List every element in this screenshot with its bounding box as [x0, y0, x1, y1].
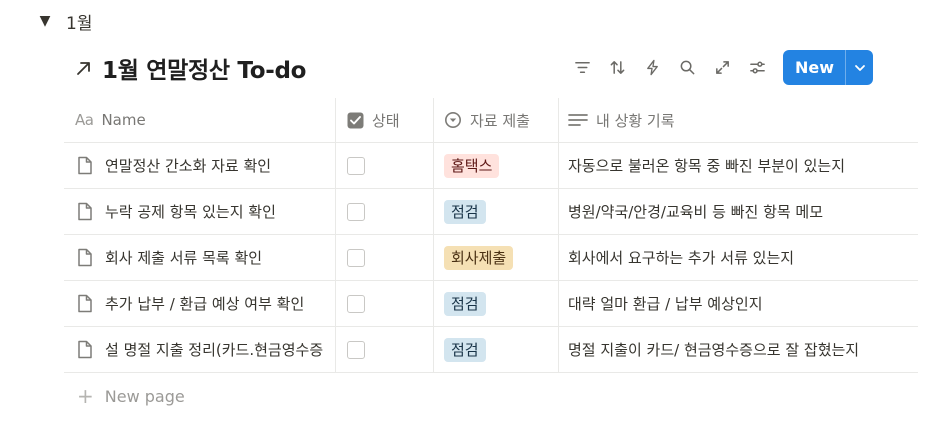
column-header-name[interactable]: Aa Name — [64, 98, 335, 142]
table-header-row: Aa Name 상태 자료 제출 내 상황 기록 — [64, 98, 918, 143]
source-cell[interactable]: 점검 — [433, 189, 558, 234]
new-button-group: New — [782, 50, 873, 85]
note-text: 병원/약국/안경/교육비 등 빠진 항목 메모 — [568, 203, 824, 221]
page-icon — [75, 156, 95, 176]
note-text: 대략 얼마 환급 / 납부 예상인지 — [568, 295, 763, 313]
database-title[interactable]: 1월 연말정산 To-do — [102, 51, 306, 85]
note-text: 명절 지출이 카드/ 현금영수증으로 잘 잡혔는지 — [568, 341, 860, 359]
source-cell[interactable]: 회사제출 — [433, 235, 558, 280]
status-cell — [335, 327, 433, 372]
table-row[interactable]: 설 명절 지출 정리(카드.현금영수증 점검 명절 지출이 카드/ 현금영수증으로 … — [64, 327, 918, 373]
notes-cell[interactable]: 병원/약국/안경/교육비 등 빠진 항목 메모 — [558, 189, 918, 234]
notes-cell[interactable]: 대략 얼마 환급 / 납부 예상인지 — [558, 281, 918, 326]
filter-icon[interactable] — [565, 50, 600, 85]
sort-icon[interactable] — [600, 50, 635, 85]
status-cell — [335, 281, 433, 326]
page-icon — [75, 294, 95, 314]
source-cell[interactable]: 점검 — [433, 281, 558, 326]
source-tag[interactable]: 점검 — [444, 291, 486, 316]
linked-database-arrow-icon[interactable] — [74, 58, 94, 78]
column-header-status[interactable]: 상태 — [335, 98, 433, 142]
name-cell[interactable]: 설 명절 지출 정리(카드.현금영수증 — [64, 327, 335, 372]
row-title[interactable]: 연말정산 간소화 자료 확인 — [105, 155, 271, 176]
column-header-source[interactable]: 자료 제출 — [433, 98, 558, 142]
page-icon — [75, 340, 95, 360]
page-icon — [75, 202, 95, 222]
checkbox-property-icon — [347, 112, 364, 129]
status-cell — [335, 143, 433, 188]
group-header: ▼ 1월 — [38, 8, 93, 34]
source-tag[interactable]: 점검 — [444, 337, 486, 362]
table-body: 연말정산 간소화 자료 확인 홈택스 자동으로 불러온 항목 중 빠진 부분이 있는… — [64, 143, 918, 373]
text-lines-icon — [568, 112, 588, 128]
search-icon[interactable] — [670, 50, 705, 85]
page-icon — [75, 248, 95, 268]
source-tag[interactable]: 홈택스 — [444, 153, 500, 178]
row-title[interactable]: 추가 납부 / 환급 예상 여부 확인 — [105, 293, 304, 314]
database-table: Aa Name 상태 자료 제출 내 상황 기록 연말정산 간소화 자료 확인 홈… — [64, 98, 918, 373]
group-toggle-icon[interactable]: ▼ — [38, 13, 52, 29]
status-checkbox[interactable] — [347, 156, 365, 175]
column-header-label: 자료 제출 — [470, 111, 530, 130]
select-property-icon — [444, 111, 462, 129]
row-title[interactable]: 설 명절 지출 정리(카드.현금영수증 — [105, 339, 323, 360]
automation-icon[interactable] — [635, 50, 670, 85]
table-row[interactable]: 추가 납부 / 환급 예상 여부 확인 점검 대략 얼마 환급 / 납부 예상인지 — [64, 281, 918, 327]
text-property-icon: Aa — [75, 111, 94, 129]
status-checkbox[interactable] — [347, 340, 365, 359]
new-page-button[interactable]: + New page — [77, 383, 185, 409]
database-title-row: 1월 연말정산 To-do — [74, 50, 306, 86]
new-dropdown-chevron-icon[interactable] — [845, 50, 873, 85]
name-cell[interactable]: 추가 납부 / 환급 예상 여부 확인 — [64, 281, 335, 326]
table-row[interactable]: 회사 제출 서류 목록 확인 회사제출 회사에서 요구하는 추가 서류 있는지 — [64, 235, 918, 281]
source-cell[interactable]: 점검 — [433, 327, 558, 372]
source-tag[interactable]: 점검 — [444, 199, 486, 224]
name-cell[interactable]: 누락 공제 항목 있는지 확인 — [64, 189, 335, 234]
note-text: 회사에서 요구하는 추가 서류 있는지 — [568, 249, 795, 267]
column-header-label: 상태 — [372, 111, 400, 130]
new-page-label: New page — [104, 386, 185, 406]
settings-icon[interactable] — [740, 50, 775, 85]
status-checkbox[interactable] — [347, 202, 365, 221]
status-checkbox[interactable] — [347, 248, 365, 267]
note-text: 자동으로 불러온 항목 중 빠진 부분이 있는지 — [568, 157, 846, 175]
source-tag[interactable]: 회사제출 — [444, 245, 514, 270]
row-title[interactable]: 누락 공제 항목 있는지 확인 — [105, 201, 276, 222]
new-button[interactable]: New — [783, 50, 845, 85]
group-label: 1월 — [66, 13, 93, 34]
source-cell[interactable]: 홈택스 — [433, 143, 558, 188]
database-toolbar: New — [565, 50, 873, 85]
status-cell — [335, 189, 433, 234]
plus-icon: + — [77, 384, 94, 408]
name-cell[interactable]: 회사 제출 서류 목록 확인 — [64, 235, 335, 280]
column-header-label: 내 상황 기록 — [596, 111, 675, 130]
row-title[interactable]: 회사 제출 서류 목록 확인 — [105, 247, 262, 268]
status-cell — [335, 235, 433, 280]
expand-icon[interactable] — [705, 50, 740, 85]
notes-cell[interactable]: 회사에서 요구하는 추가 서류 있는지 — [558, 235, 918, 280]
table-row[interactable]: 누락 공제 항목 있는지 확인 점검 병원/약국/안경/교육비 등 빠진 항목 메모 — [64, 189, 918, 235]
table-row[interactable]: 연말정산 간소화 자료 확인 홈택스 자동으로 불러온 항목 중 빠진 부분이 있는… — [64, 143, 918, 189]
column-header-notes[interactable]: 내 상황 기록 — [558, 98, 918, 142]
name-cell[interactable]: 연말정산 간소화 자료 확인 — [64, 143, 335, 188]
column-header-label: Name — [101, 111, 146, 129]
status-checkbox[interactable] — [347, 294, 365, 313]
notes-cell[interactable]: 명절 지출이 카드/ 현금영수증으로 잘 잡혔는지 — [558, 327, 918, 372]
notes-cell[interactable]: 자동으로 불러온 항목 중 빠진 부분이 있는지 — [558, 143, 918, 188]
